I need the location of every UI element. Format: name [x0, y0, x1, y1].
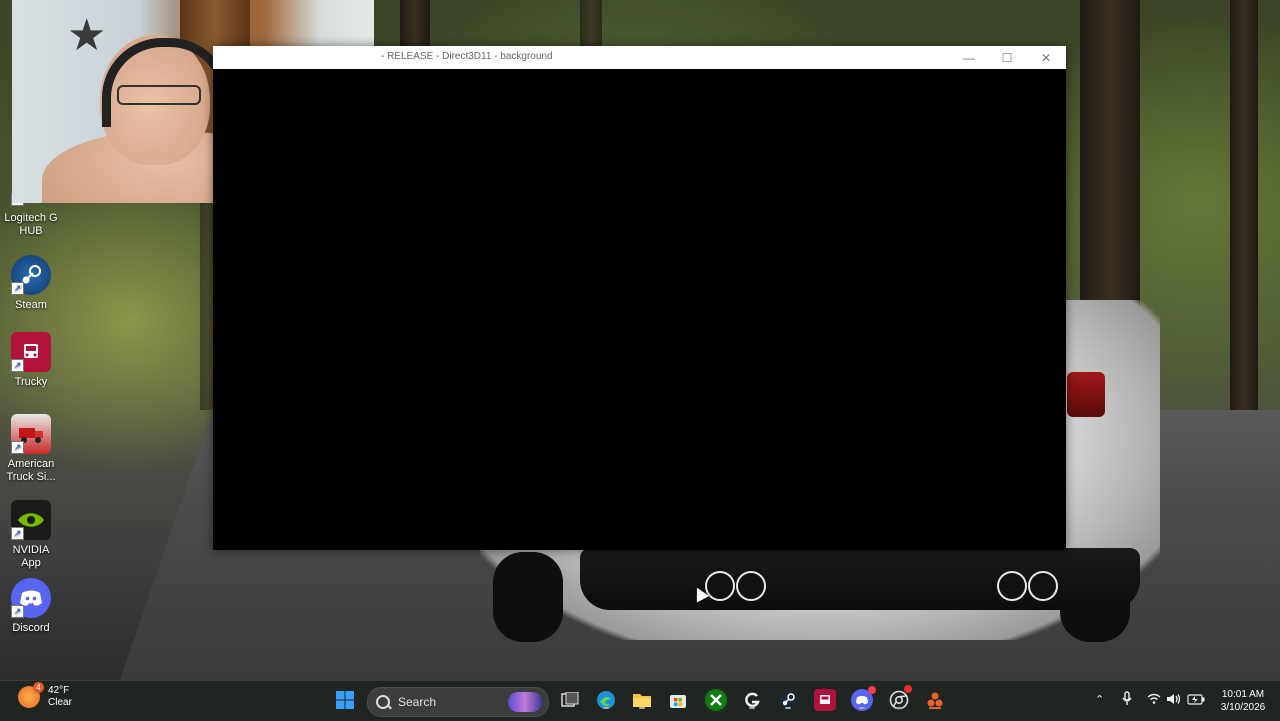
clock-time: 10:01 AM — [1221, 689, 1265, 700]
search-label: Search — [398, 695, 437, 709]
desktop-icon-label: Discord — [12, 622, 50, 634]
desktop-icon-label: Trucky — [14, 376, 48, 388]
search-icon — [376, 695, 390, 709]
desktop-icon-trucky[interactable]: ↗ Trucky — [2, 332, 60, 389]
chevron-up-icon[interactable]: ⌃ — [1095, 693, 1104, 706]
taskbar: 4 42°F Clear Search ⌃ 10:01 AM 3/10/2026 — [0, 680, 1280, 721]
maximize-button[interactable]: ☐ — [987, 46, 1027, 69]
wifi-icon[interactable] — [1147, 693, 1161, 708]
taskbar-search[interactable]: Search — [367, 687, 549, 717]
weather-condition: Clear — [48, 697, 72, 708]
clock-date: 3/10/2026 — [1220, 702, 1266, 713]
windows-start-icon[interactable] — [334, 689, 356, 711]
desktop-icon-label: Steam — [15, 299, 47, 311]
discord-icon: ↗ — [11, 578, 51, 618]
weather-sun-icon: 4 — [18, 682, 44, 708]
edge-icon[interactable] — [595, 689, 617, 711]
desktop-icon-label: NVIDIA App — [12, 544, 50, 569]
nvidia-icon: ↗ — [11, 500, 51, 540]
microphone-icon[interactable] — [1121, 691, 1133, 710]
file-explorer-icon[interactable] — [631, 689, 653, 711]
desktop-icon-nvidia-app[interactable]: ↗ NVIDIA App — [2, 500, 60, 570]
desktop-icon-discord[interactable]: ↗ Discord — [2, 578, 60, 635]
star-decoration-icon: ★ — [67, 11, 107, 60]
weather-badge: 4 — [33, 682, 44, 693]
american-truck-simulator-icon: ↗ — [11, 414, 51, 454]
trucky-icon: ↗ — [11, 332, 51, 372]
steam-icon: ↗ — [11, 255, 51, 295]
window-title: - RELEASE - Direct3D11 - background — [381, 51, 553, 62]
battery-icon[interactable] — [1187, 694, 1205, 708]
desktop-icon-label: American Truck Si... — [6, 458, 56, 483]
xbox-icon[interactable] — [705, 689, 727, 711]
speaker-icon[interactable] — [1166, 693, 1182, 708]
desktop-icon-american-truck-simulator[interactable]: ↗ American Truck Si... — [2, 414, 60, 484]
discord-taskbar-icon[interactable] — [851, 686, 876, 711]
microsoft-store-icon[interactable] — [667, 689, 689, 711]
close-button[interactable]: ✕ — [1026, 46, 1066, 69]
logitech-icon[interactable] — [741, 689, 763, 711]
app-window[interactable]: - RELEASE - Direct3D11 - background — ☐ … — [213, 46, 1066, 550]
task-view-icon[interactable] — [559, 689, 581, 711]
window-client-area[interactable] — [213, 69, 1066, 550]
desktop-icon-label: Logitech G HUB — [4, 212, 58, 237]
weather-temperature: 42°F — [48, 685, 70, 696]
desktop-icon-steam[interactable]: ↗ Steam — [2, 255, 60, 312]
taskbar-clock[interactable]: 10:01 AM 3/10/2026 — [1210, 688, 1276, 714]
trucky-taskbar-icon[interactable] — [814, 689, 836, 711]
search-highlight-icon — [508, 692, 542, 712]
minimize-button[interactable]: — — [949, 46, 989, 69]
steam-taskbar-icon[interactable] — [777, 689, 799, 711]
obs-icon[interactable] — [924, 689, 946, 711]
weather-widget[interactable]: 4 42°F Clear — [18, 682, 72, 709]
chrome-icon[interactable] — [888, 685, 912, 711]
window-titlebar[interactable]: - RELEASE - Direct3D11 - background — ☐ … — [213, 46, 1066, 69]
